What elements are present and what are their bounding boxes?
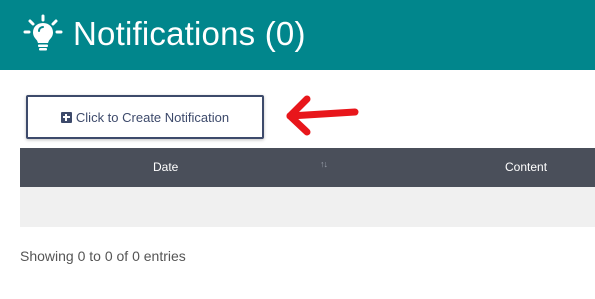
create-notification-button[interactable]: Click to Create Notification xyxy=(26,95,264,139)
table-body-empty xyxy=(20,187,595,227)
column-header-date[interactable]: Date xyxy=(153,148,178,187)
table-info: Showing 0 to 0 of 0 entries xyxy=(20,248,186,264)
page-header: Notifications (0) xyxy=(0,0,595,70)
table-header: Date ↑↓ Content xyxy=(20,148,595,187)
column-header-content[interactable]: Content xyxy=(505,148,547,187)
plus-square-icon xyxy=(60,111,72,123)
sort-icon[interactable]: ↑↓ xyxy=(320,159,328,169)
page-title: Notifications (0) xyxy=(73,15,306,52)
red-arrow-left-icon xyxy=(286,95,359,136)
lightbulb-icon xyxy=(23,14,63,51)
create-notification-label: Click to Create Notification xyxy=(75,109,230,125)
